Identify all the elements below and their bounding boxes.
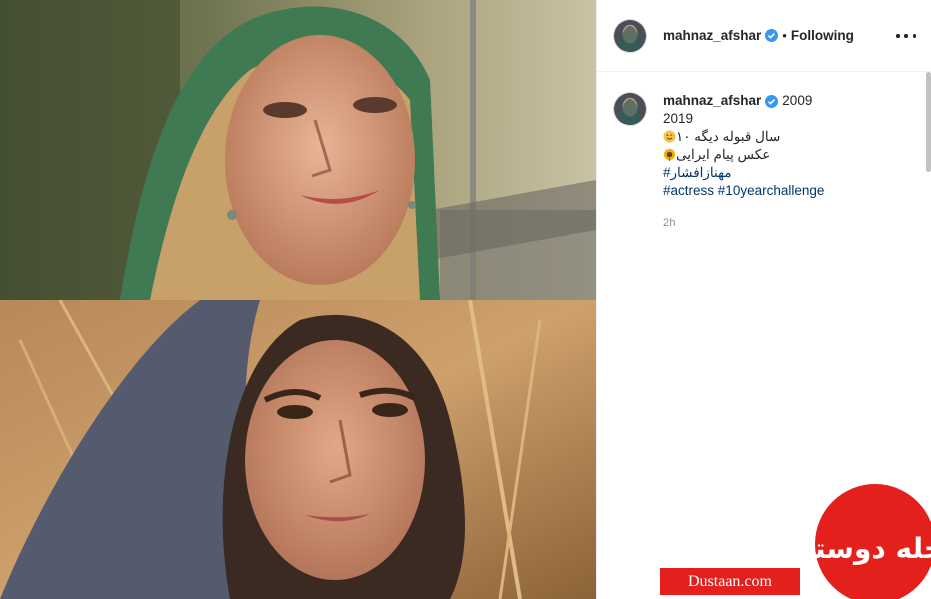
caption-username-link[interactable]: mahnaz_afshar xyxy=(663,92,761,110)
caption-persian-line-2: عکس پیام ایرایی xyxy=(676,147,771,162)
more-dots-icon[interactable] xyxy=(896,28,916,44)
following-button[interactable]: Following xyxy=(791,28,854,43)
caption-year-2019: 2019 xyxy=(663,111,694,126)
header-user-line: mahnaz_afshar • Following xyxy=(663,28,854,43)
post-timestamp[interactable]: 2h xyxy=(663,214,824,232)
watermark-url: Dustaan.com xyxy=(660,568,800,595)
sunflower-icon xyxy=(663,148,676,161)
caption-ten-years-line: سال قبوله دیگه ۱۰ xyxy=(663,128,824,146)
svg-text:مجله دوستان: مجله دوستان xyxy=(795,532,931,565)
watermark-logo: مجله دوستان xyxy=(795,476,931,599)
post-caption: mahnaz_afshar 2009 2019 سال قبوله دیگه ۱… xyxy=(613,92,913,232)
post-header: mahnaz_afshar • Following xyxy=(597,0,931,72)
hashtag-mahnazafshar[interactable]: #مهنازافشار xyxy=(663,164,824,182)
hashtag-10yearchallenge[interactable]: #10yearchallenge xyxy=(718,183,825,198)
winking-face-icon xyxy=(663,130,676,143)
verified-badge-icon xyxy=(765,94,779,108)
hashtag-actress[interactable]: #actress xyxy=(663,183,714,198)
photo-2009 xyxy=(0,0,596,300)
caption-hashtag-line: #actress #10yearchallenge xyxy=(663,182,824,200)
caption-photo-credit-line: عکس پیام ایرایی xyxy=(663,146,824,164)
scrollbar[interactable] xyxy=(926,72,931,172)
caption-year-2009: 2009 xyxy=(782,93,813,108)
caption-avatar[interactable] xyxy=(613,92,647,126)
verified-badge-icon xyxy=(765,29,779,42)
caption-persian-line-1: سال قبوله دیگه ۱۰ xyxy=(676,129,781,144)
caption-first-line: mahnaz_afshar 2009 xyxy=(663,92,824,110)
post-photo[interactable] xyxy=(0,0,596,599)
photo-2019 xyxy=(0,300,596,599)
separator-dot: • xyxy=(782,28,787,43)
avatar[interactable] xyxy=(613,18,647,53)
caption-body: mahnaz_afshar 2009 2019 سال قبوله دیگه ۱… xyxy=(663,92,824,232)
username-link[interactable]: mahnaz_afshar xyxy=(663,28,761,43)
